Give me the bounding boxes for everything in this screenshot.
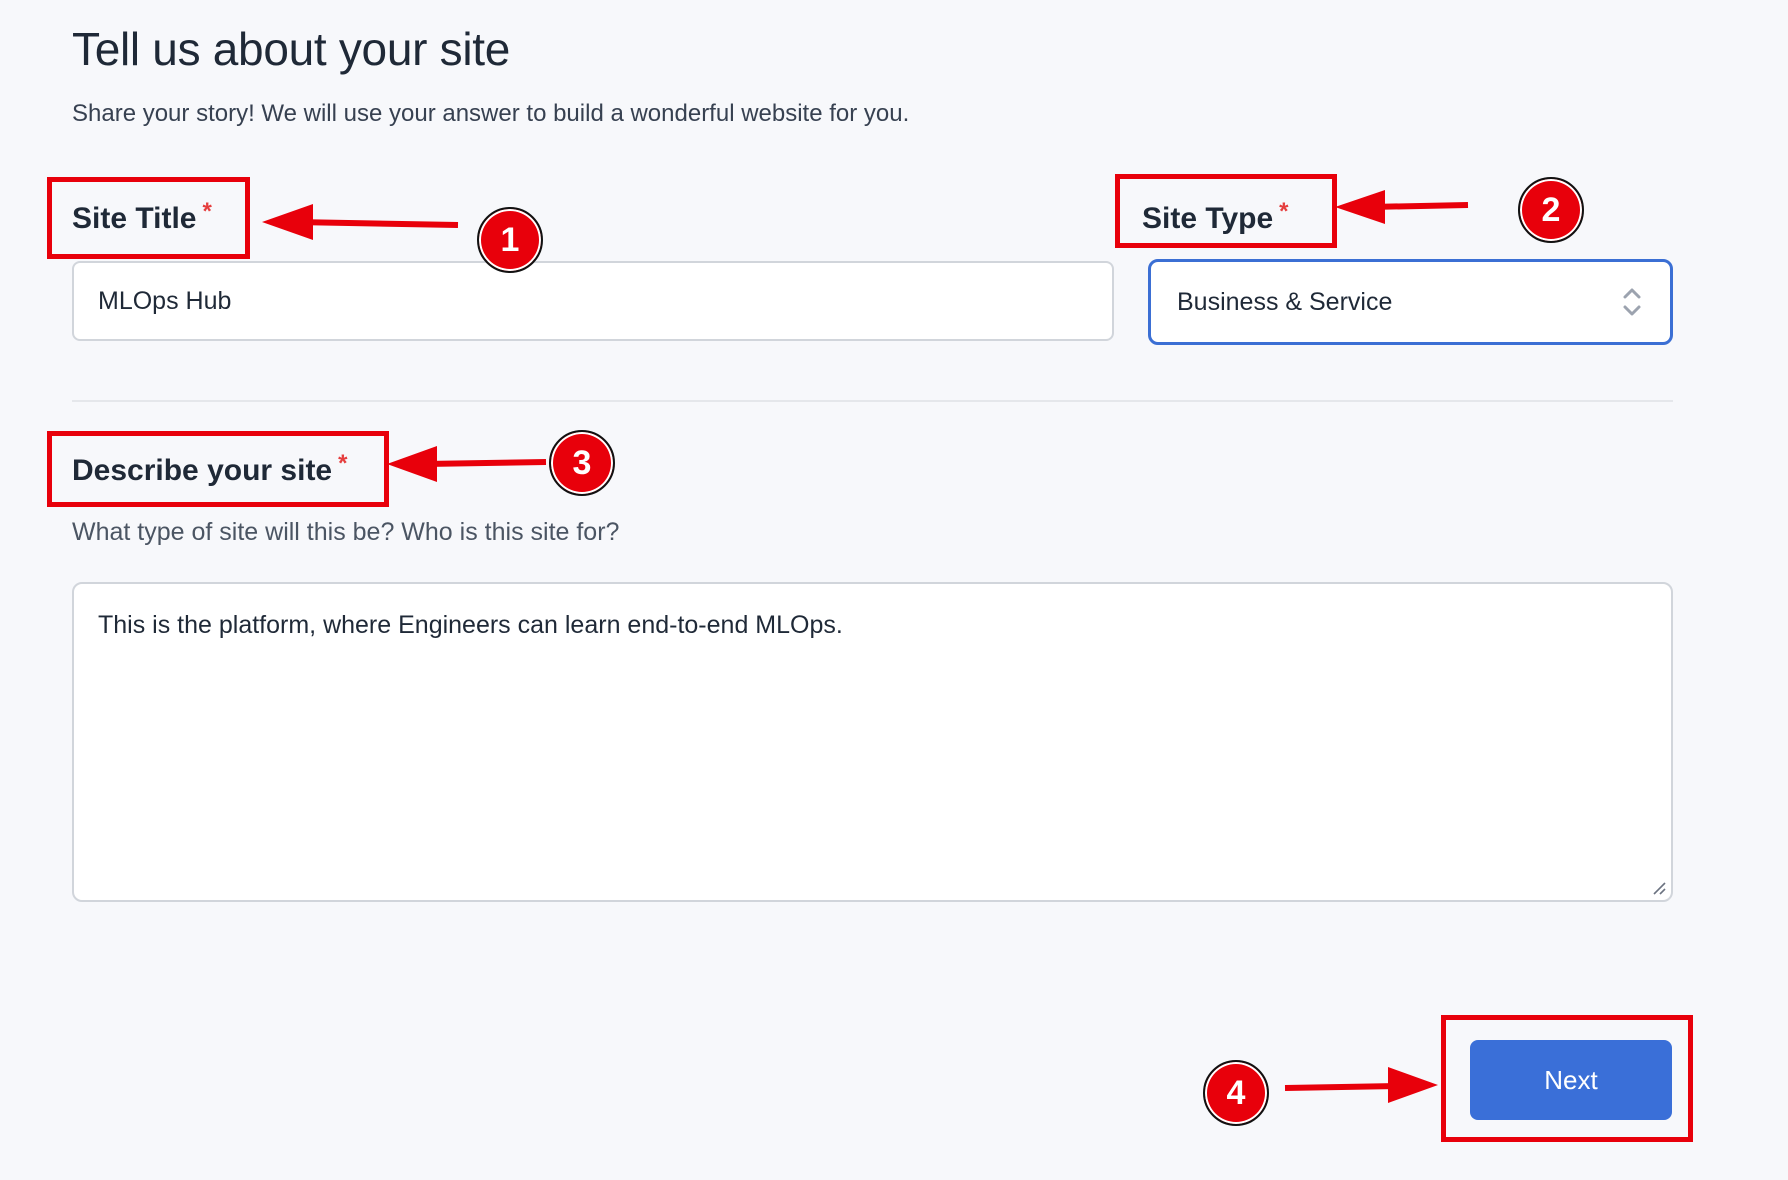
annotation-arrow-2 [1335, 190, 1469, 224]
site-type-selected-value: Business & Service [1177, 287, 1393, 316]
site-type-select[interactable]: Business & Service [1148, 259, 1673, 345]
annotation-badge-3: 3 [549, 430, 615, 496]
onboarding-page: Tell us about your site Share your story… [0, 0, 1788, 1180]
annotation-badge-4: 4 [1203, 1060, 1269, 1126]
description-textarea[interactable]: This is the platform, where Engineers ca… [72, 582, 1673, 902]
annotation-box-site-title [47, 177, 250, 259]
annotation-box-site-type [1115, 174, 1337, 248]
annotation-arrow-1 [262, 204, 459, 240]
chevron-up-down-icon [1623, 288, 1641, 316]
annotation-badge-1: 1 [477, 207, 543, 273]
page-subtitle: Share your story! We will use your answe… [72, 100, 910, 127]
annotation-badge-2: 2 [1518, 177, 1584, 243]
page-title: Tell us about your site [72, 23, 511, 75]
annotation-arrow-4 [1284, 1067, 1438, 1103]
section-divider [72, 400, 1673, 402]
annotation-arrow-3 [387, 446, 547, 482]
resize-grip-icon[interactable] [1651, 880, 1667, 896]
description-help-text: What type of site will this be? Who is t… [72, 518, 620, 546]
annotation-box-description [47, 431, 389, 507]
site-title-input[interactable] [72, 261, 1114, 341]
annotation-box-next [1441, 1015, 1693, 1142]
